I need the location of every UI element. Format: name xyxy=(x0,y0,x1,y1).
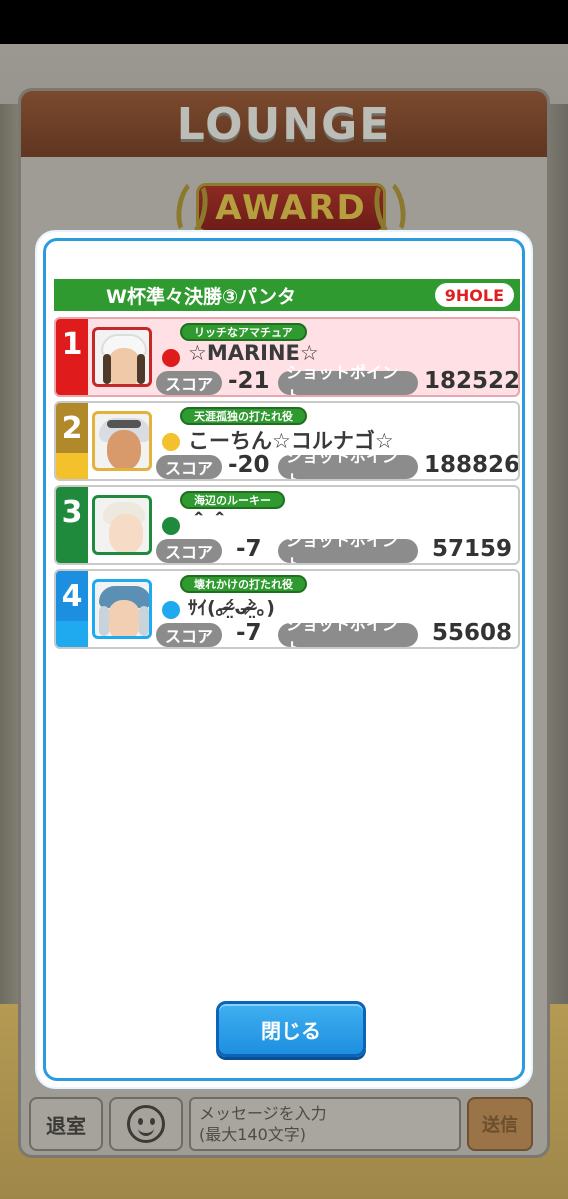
shot-points-label: ショットポイント xyxy=(278,447,418,479)
shot-points-value: 55608 xyxy=(432,620,513,646)
course-name: W杯準々決勝③パンタ xyxy=(106,285,296,308)
leave-room-button[interactable]: 退室 xyxy=(29,1097,103,1151)
hole-count-badge: 9HOLE xyxy=(434,283,514,307)
score-value: -21 xyxy=(228,368,270,394)
lounge-title: LOUNGE xyxy=(176,98,392,150)
message-input[interactable]: メッセージを入力 (最大140文字) xyxy=(189,1097,461,1151)
shot-points-label: ショットポイント xyxy=(278,531,418,563)
score-label: スコア xyxy=(156,455,222,479)
rank-badge: 1 xyxy=(56,319,88,395)
leaderboard-row[interactable]: 2 天涯孤独の打たれ役 こーちん☆コルナゴ☆ スコア -20 ショットポイント … xyxy=(54,401,520,481)
lounge-header: LOUNGE xyxy=(21,91,547,157)
score-value: -7 xyxy=(236,536,262,562)
player-title: 天涯孤独の打たれ役 xyxy=(180,407,307,425)
player-avatar xyxy=(92,411,152,471)
close-button[interactable]: 閉じる xyxy=(216,1001,366,1057)
score-label: スコア xyxy=(156,539,222,563)
score-value: -20 xyxy=(228,452,270,478)
rank-badge: 4 xyxy=(56,571,88,647)
results-modal: W杯準々決勝③パンタ 9HOLE 1 リッチなアマチュア ☆MARINE☆ スコ… xyxy=(37,232,531,1087)
score-label: スコア xyxy=(156,623,222,647)
player-title: リッチなアマチュア xyxy=(180,323,307,341)
player-status-dot-icon xyxy=(162,433,180,451)
player-name: ｻｲ(｡ᵔ̴̶̷̤́ᴗᵔ̴̶̷̤̀｡) xyxy=(188,597,275,619)
emoji-button[interactable] xyxy=(109,1097,183,1151)
player-avatar xyxy=(92,495,152,555)
rank-badge: 2 xyxy=(56,403,88,479)
shot-points-label: ショットポイント xyxy=(278,363,418,395)
course-header: W杯準々決勝③パンタ 9HOLE xyxy=(54,279,520,311)
player-title: 壊れかけの打たれ役 xyxy=(180,575,307,593)
player-avatar xyxy=(92,579,152,639)
player-status-dot-icon xyxy=(162,601,180,619)
send-button[interactable]: 送信 xyxy=(467,1097,533,1151)
player-name: ＾＾ xyxy=(188,513,230,537)
shot-points-value: 182522 xyxy=(424,368,520,394)
leaderboard-row[interactable]: 1 リッチなアマチュア ☆MARINE☆ スコア -21 ショットポイント 18… xyxy=(54,317,520,397)
player-title: 海辺のルーキー xyxy=(180,491,285,509)
smiley-icon xyxy=(127,1105,165,1143)
award-label: AWARD xyxy=(215,188,367,228)
rank-badge: 3 xyxy=(56,487,88,563)
score-value: -7 xyxy=(236,620,262,646)
status-bar xyxy=(0,0,568,44)
player-avatar xyxy=(92,327,152,387)
shot-points-value: 57159 xyxy=(432,536,513,562)
shot-points-label: ショットポイント xyxy=(278,615,418,647)
player-status-dot-icon xyxy=(162,349,180,367)
chat-bar: 退室 メッセージを入力 (最大140文字) 送信 xyxy=(29,1094,541,1154)
shot-points-value: 188826 xyxy=(424,452,520,478)
player-status-dot-icon xyxy=(162,517,180,535)
score-label: スコア xyxy=(156,371,222,395)
leaderboard-row[interactable]: 4 壊れかけの打たれ役 ｻｲ(｡ᵔ̴̶̷̤́ᴗᵔ̴̶̷̤̀｡) スコア -7 シ… xyxy=(54,569,520,649)
leaderboard-row[interactable]: 3 海辺のルーキー ＾＾ スコア -7 ショットポイント 57159 xyxy=(54,485,520,565)
